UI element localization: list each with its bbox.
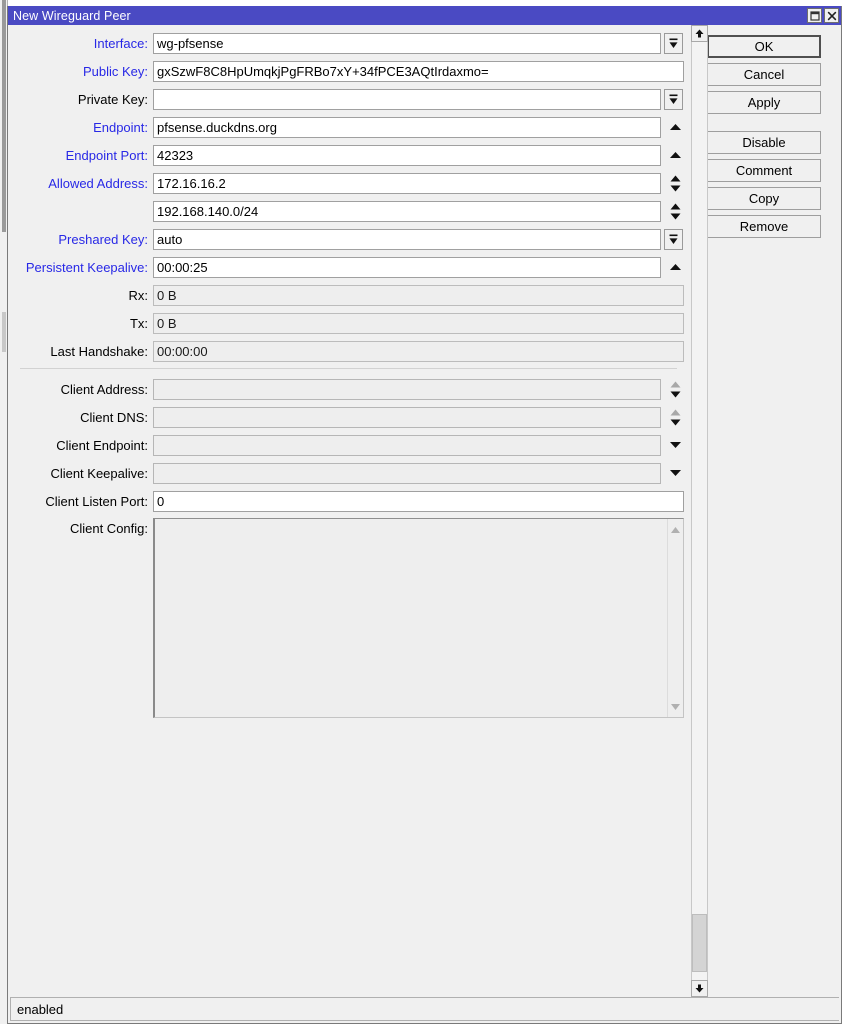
disable-button[interactable]: Disable: [707, 131, 821, 154]
apply-button[interactable]: Apply: [707, 91, 821, 114]
row-client-listen-port: Client Listen Port: 0: [8, 490, 687, 512]
window-controls: [807, 8, 839, 23]
public-key-input[interactable]: gxSzwF8C8HpUmqkjPgFRBo7xY+34fPCE3AQtIrda…: [153, 60, 684, 82]
private-key-dropdown-icon[interactable]: [664, 88, 683, 110]
section-separator: [20, 368, 677, 369]
label-public-key: Public Key:: [82, 63, 148, 79]
row-tx: Tx: 0 B: [8, 312, 687, 334]
row-last-handshake: Last Handshake: 00:00:00: [8, 340, 687, 362]
client-dns-input[interactable]: [153, 406, 661, 428]
form-pane: Interface: wg-pfsense Public Key: gxSzwF…: [8, 25, 687, 997]
endpoint-up-arrow-icon[interactable]: [665, 117, 685, 138]
client-endpoint-down-arrow-icon[interactable]: [665, 435, 685, 456]
label-rx: Rx:: [128, 287, 149, 303]
label-private-key: Private Key:: [77, 91, 148, 107]
label-endpoint: Endpoint:: [93, 119, 148, 135]
button-group-gap: [707, 119, 825, 126]
label-allowed-address: Allowed Address:: [48, 175, 148, 191]
row-private-key: Private Key:: [8, 88, 687, 110]
client-config-scrollbar[interactable]: [667, 519, 683, 717]
remove-button[interactable]: Remove: [707, 215, 821, 238]
titlebar[interactable]: New Wireguard Peer: [8, 6, 841, 25]
tx-value: 0 B: [153, 312, 684, 334]
persistent-keepalive-input[interactable]: 00:00:25: [153, 256, 661, 278]
row-endpoint: Endpoint: pfsense.duckdns.org: [8, 116, 687, 138]
row-endpoint-port: Endpoint Port: 42323: [8, 144, 687, 166]
endpoint-port-up-arrow-icon[interactable]: [665, 145, 685, 166]
label-last-handshake: Last Handshake:: [50, 343, 148, 359]
label-client-keepalive: Client Keepalive:: [50, 465, 148, 481]
new-wireguard-peer-dialog: New Wireguard Peer Interface: wg-pfsense: [7, 6, 842, 1024]
preshared-key-input[interactable]: auto: [153, 228, 661, 250]
label-client-address: Client Address:: [60, 381, 148, 397]
label-tx: Tx:: [129, 315, 148, 331]
window-title: New Wireguard Peer: [13, 8, 131, 23]
row-client-address: Client Address:: [8, 378, 687, 400]
endpoint-input[interactable]: pfsense.duckdns.org: [153, 116, 661, 138]
maximize-icon[interactable]: [807, 8, 822, 23]
label-client-config: Client Config:: [69, 521, 148, 536]
rx-value: 0 B: [153, 284, 684, 306]
persistent-keepalive-up-arrow-icon[interactable]: [665, 257, 685, 278]
scroll-down-button-icon[interactable]: [691, 980, 708, 997]
label-client-listen-port: Client Listen Port:: [45, 493, 148, 509]
row-preshared-key: Preshared Key: auto: [8, 228, 687, 250]
row-client-dns: Client DNS:: [8, 406, 687, 428]
status-text: enabled: [17, 1001, 64, 1017]
allowed-address-updown-arrows-icon-2[interactable]: [665, 201, 685, 222]
row-client-endpoint: Client Endpoint:: [8, 434, 687, 456]
scroll-up-button-icon[interactable]: [691, 25, 708, 42]
private-key-input[interactable]: [153, 88, 661, 110]
row-client-config: Client Config:: [8, 518, 687, 718]
label-client-dns: Client DNS:: [80, 409, 148, 425]
close-icon[interactable]: [824, 8, 839, 23]
client-address-input[interactable]: [153, 378, 661, 400]
client-dns-updown-arrows-icon[interactable]: [665, 407, 685, 428]
allowed-address-updown-arrows-icon-1[interactable]: [665, 173, 685, 194]
client-config-scroll-down-icon[interactable]: [670, 699, 681, 714]
client-config-text: [155, 519, 667, 717]
last-handshake-value: 00:00:00: [153, 340, 684, 362]
copy-button[interactable]: Copy: [707, 187, 821, 210]
client-config-textarea[interactable]: [153, 518, 684, 718]
client-address-updown-arrows-icon[interactable]: [665, 379, 685, 400]
client-keepalive-input[interactable]: [153, 462, 661, 484]
row-allowed-address-2: 192.168.140.0/24: [8, 200, 687, 222]
background-window-shadow: [2, 0, 6, 232]
row-persistent-keepalive: Persistent Keepalive: 00:00:25: [8, 256, 687, 278]
client-keepalive-down-arrow-icon[interactable]: [665, 463, 685, 484]
dialog-body: Interface: wg-pfsense Public Key: gxSzwF…: [8, 25, 841, 997]
cancel-button[interactable]: Cancel: [707, 63, 821, 86]
allowed-address-input-1[interactable]: 172.16.16.2: [153, 172, 661, 194]
background-window-shadow-lower: [2, 312, 6, 352]
label-client-endpoint: Client Endpoint:: [56, 437, 148, 453]
dialog-scrollbar[interactable]: [691, 25, 708, 997]
allowed-address-input-2[interactable]: 192.168.140.0/24: [153, 200, 661, 222]
label-persistent-keepalive: Persistent Keepalive:: [25, 259, 148, 275]
row-rx: Rx: 0 B: [8, 284, 687, 306]
scrollbar-thumb[interactable]: [692, 914, 707, 972]
interface-dropdown-icon[interactable]: [664, 32, 683, 54]
comment-button[interactable]: Comment: [707, 159, 821, 182]
row-interface: Interface: wg-pfsense: [8, 32, 687, 54]
label-endpoint-port: Endpoint Port:: [65, 147, 148, 163]
client-endpoint-input[interactable]: [153, 434, 661, 456]
endpoint-port-input[interactable]: 42323: [153, 144, 661, 166]
row-allowed-address: Allowed Address: 172.16.16.2: [8, 172, 687, 194]
client-config-scroll-up-icon[interactable]: [670, 522, 681, 537]
label-interface: Interface:: [93, 35, 148, 51]
row-client-keepalive: Client Keepalive:: [8, 462, 687, 484]
preshared-key-dropdown-icon[interactable]: [664, 228, 683, 250]
client-listen-port-input[interactable]: 0: [153, 490, 684, 512]
row-public-key: Public Key: gxSzwF8C8HpUmqkjPgFRBo7xY+34…: [8, 60, 687, 82]
ok-button[interactable]: OK: [707, 35, 821, 58]
interface-input[interactable]: wg-pfsense: [153, 32, 661, 54]
status-bar: enabled: [10, 997, 839, 1021]
scrollbar-track[interactable]: [692, 42, 707, 980]
label-preshared-key: Preshared Key:: [58, 231, 148, 247]
